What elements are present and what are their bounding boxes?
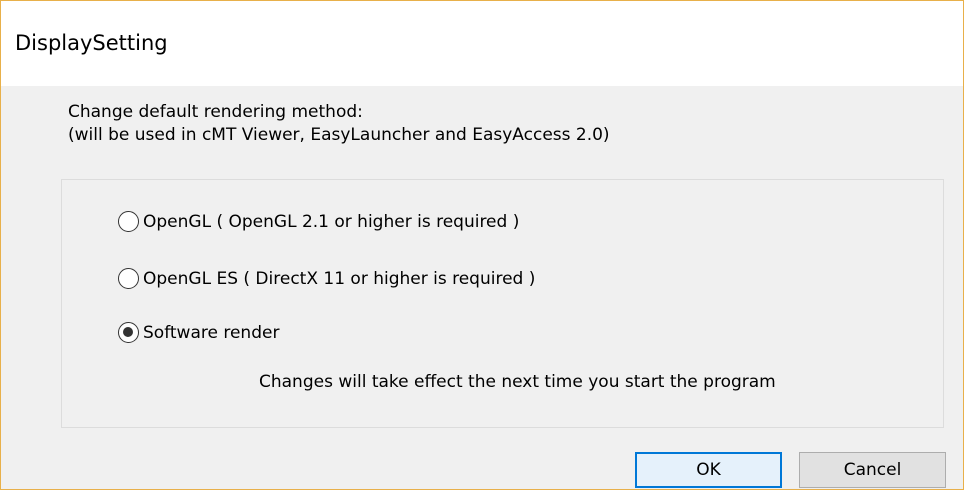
radio-opengl-es-indicator[interactable] xyxy=(118,268,139,289)
radio-opengl[interactable]: OpenGL ( OpenGL 2.1 or higher is require… xyxy=(118,211,519,232)
ok-button[interactable]: OK xyxy=(635,452,782,488)
description-line-1: Change default rendering method: xyxy=(68,102,363,122)
window-title: DisplaySetting xyxy=(15,31,168,55)
radio-opengl-es-label[interactable]: OpenGL ES ( DirectX 11 or higher is requ… xyxy=(143,269,535,289)
rendering-method-group: OpenGL ( OpenGL 2.1 or higher is require… xyxy=(61,179,944,428)
radio-software-render[interactable]: Software render xyxy=(118,322,279,343)
radio-opengl-es[interactable]: OpenGL ES ( DirectX 11 or higher is requ… xyxy=(118,268,535,289)
radio-opengl-indicator[interactable] xyxy=(118,211,139,232)
cancel-button[interactable]: Cancel xyxy=(799,452,946,488)
radio-software-render-indicator[interactable] xyxy=(118,322,139,343)
title-bar[interactable]: DisplaySetting xyxy=(1,1,963,86)
display-setting-dialog: DisplaySetting Change default rendering … xyxy=(0,0,964,490)
radio-software-render-label[interactable]: Software render xyxy=(143,323,279,343)
radio-opengl-label[interactable]: OpenGL ( OpenGL 2.1 or higher is require… xyxy=(143,212,519,232)
description-line-2: (will be used in cMT Viewer, EasyLaunche… xyxy=(68,125,610,145)
restart-notice: Changes will take effect the next time y… xyxy=(259,372,776,392)
